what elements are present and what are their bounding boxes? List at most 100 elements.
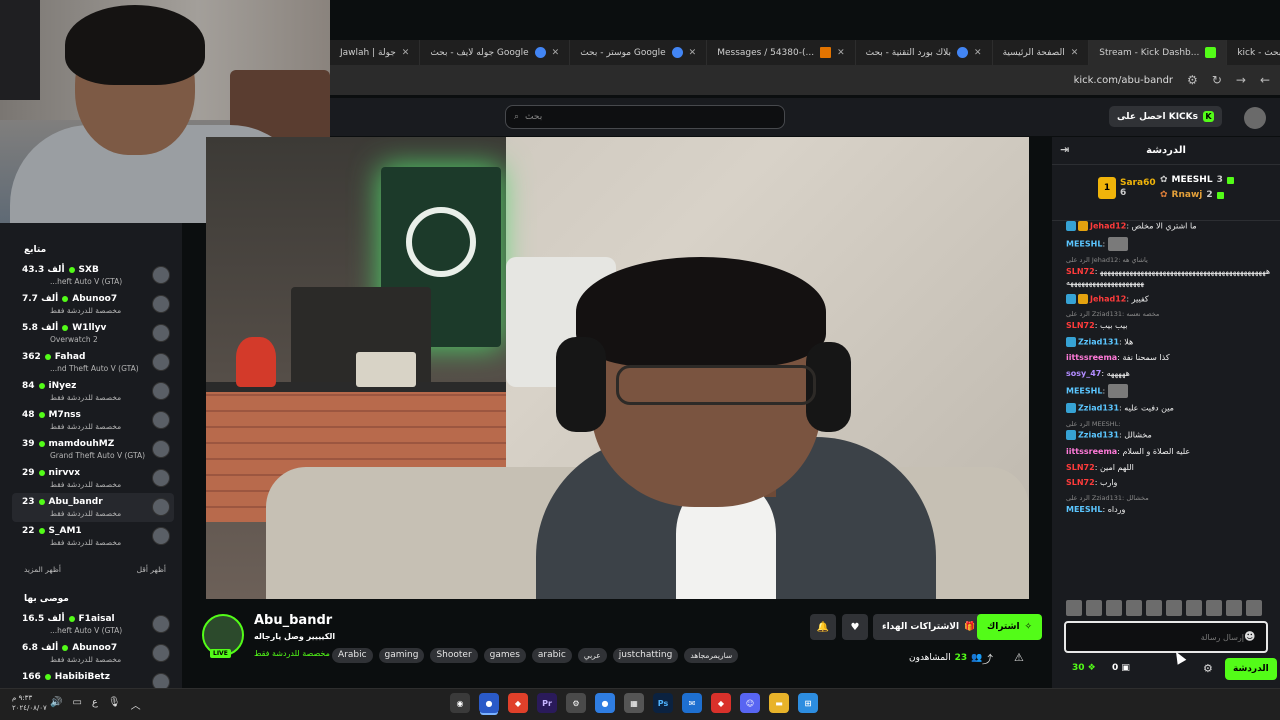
tag[interactable]: Arabic [332, 648, 373, 663]
channel-points[interactable]: 30 ❖ [1072, 663, 1096, 673]
emote-icon[interactable] [1066, 600, 1082, 616]
tag[interactable]: games [483, 648, 526, 663]
video-player[interactable] [206, 137, 1029, 599]
back-icon[interactable]: ← [1260, 73, 1270, 87]
close-icon[interactable]: ✕ [1071, 48, 1079, 58]
avatar [152, 324, 170, 342]
windows-icon[interactable]: ⊞ [798, 693, 818, 713]
show-more-link[interactable]: أظهر المزيد [24, 565, 61, 574]
send-chat-button[interactable]: الدردشة [1225, 658, 1277, 680]
site-settings-icon[interactable]: ⚙ [1187, 73, 1198, 87]
sidebar-channel[interactable]: 84 iNyez مخصصة للدردشة فقط [12, 377, 174, 406]
sidebar-channel-active[interactable]: 23 Abu_bandr مخصصة للدردشة فقط [12, 493, 174, 522]
sidebar-channel[interactable]: 7.7 ألف Abunoo7 مخصصة للدردشة فقط [12, 290, 174, 319]
browser-tab-active[interactable]: Stream - Kick Dashb... [1089, 40, 1228, 65]
sidebar-channel[interactable]: 43.3 ألف SXB ...heft Auto V (GTA) [12, 261, 174, 290]
recommended-channel[interactable]: 6.8 ألف Abunoo7 مخصصة للدردشة فقط [12, 639, 174, 668]
follow-heart-button[interactable]: ♥ [842, 614, 868, 640]
chat-message: Jehad12: ما اشتري الا مخلص [1066, 221, 1272, 232]
live-dot-icon [68, 267, 75, 273]
browser-tab[interactable]: بلاك بورد التقنية - بحث ✕ [856, 40, 993, 65]
tag[interactable]: gaming [378, 648, 425, 663]
browser-tab[interactable]: جوله لايف - بحث Google ✕ [420, 40, 571, 65]
forward-icon[interactable]: → [1236, 73, 1246, 87]
notification-bell-button[interactable]: 🔔 [810, 614, 836, 640]
emote-icon[interactable] [1126, 600, 1142, 616]
emote-icon[interactable] [1206, 600, 1222, 616]
obs-icon[interactable]: ◉ [450, 693, 470, 713]
browser-tab[interactable]: kick - بحث Google [1227, 40, 1280, 65]
tag[interactable]: Shooter [430, 648, 478, 663]
share-icon[interactable]: ⤴ [982, 651, 993, 667]
volume-icon[interactable]: 🔊 [50, 697, 62, 712]
chrome-icon[interactable]: ● [479, 693, 499, 713]
warning-icon[interactable]: ⚠ [1014, 651, 1024, 664]
sidebar-channel[interactable]: 29 nirvvx مخصصة للدردشة فقط [12, 464, 174, 493]
close-icon[interactable]: ✕ [837, 48, 845, 58]
network-icon[interactable]: ▭ [72, 697, 81, 712]
sidebar-channel[interactable]: 362 Fahad ...nd Theft Auto V (GTA) [12, 348, 174, 377]
emote-icon[interactable] [1186, 600, 1202, 616]
tag[interactable]: عربي [577, 648, 607, 663]
browser-tab[interactable]: موستر - بحث Google ✕ [570, 40, 708, 65]
close-icon[interactable]: ✕ [552, 48, 560, 58]
kicks-balance[interactable]: 0 ▣ [1112, 663, 1130, 673]
avatar[interactable] [1244, 107, 1266, 129]
subscribe-button[interactable]: اشتراك ✧ [977, 614, 1043, 640]
tag[interactable]: ساريمرمجاهد [684, 648, 739, 663]
sidebar-channel[interactable]: 39 mamdouhMZ Grand Theft Auto V (GTA) [12, 435, 174, 464]
chrome-icon[interactable]: ● [595, 693, 615, 713]
chat-message: الرد على Zziad131: مخشالل MEESHL: ورداه [1066, 494, 1149, 514]
browser-tab[interactable]: الصفحة الرئيسية ✕ [993, 40, 1090, 65]
tag[interactable]: arabic [531, 648, 572, 663]
folder-icon[interactable]: ▬ [769, 693, 789, 713]
premiere-icon[interactable]: Pr [537, 693, 557, 713]
stream-category[interactable]: مخصصة للدردشة فقط [254, 649, 330, 658]
close-icon[interactable]: ✕ [974, 48, 982, 58]
discord-icon[interactable]: ☺ [740, 693, 760, 713]
sidebar-channel[interactable]: 5.8 ألف W1llyv Overwatch 2 [12, 319, 174, 348]
show-less-link[interactable]: أظهر أقل [137, 565, 166, 574]
system-clock[interactable]: ٩:٣٣ م ٢٠٢٤/٠٨/٠٧ [12, 694, 47, 714]
chat-message-input[interactable]: إرسال رسالة ☻ [1064, 621, 1268, 653]
chevron-up-icon[interactable]: ︿ [131, 697, 141, 712]
get-kicks-button[interactable]: احصل على KICKs K [1109, 106, 1222, 127]
search-input[interactable]: ⌕ بحث [505, 105, 785, 129]
emote-icon[interactable] [1246, 600, 1262, 616]
gift-subs-button[interactable]: الاشتراكات الهداء 🎁 [873, 614, 985, 640]
live-dot-icon [38, 441, 45, 447]
gift-icon [1216, 191, 1224, 199]
reload-icon[interactable]: ↻ [1212, 73, 1222, 87]
emote-icon[interactable] [1106, 600, 1122, 616]
sidebar-channel[interactable]: 48 M7nss مخصصة للدردشة فقط [12, 406, 174, 435]
close-icon[interactable]: ✕ [689, 48, 697, 58]
language-indicator[interactable]: ع [92, 697, 98, 712]
brave-icon[interactable]: ◆ [508, 693, 528, 713]
emote-icon[interactable] [1086, 600, 1102, 616]
sidebar-channel[interactable]: 22 S_AM1 مخصصة للدردشة فقط [12, 522, 174, 551]
microphone-icon[interactable]: 🎙 [108, 697, 121, 712]
settings-icon[interactable]: ⚙ [566, 693, 586, 713]
chat-message: Jehad12: كفيير [1066, 293, 1272, 305]
browser-tab[interactable]: Messages / 54380-(... ✕ [707, 40, 856, 65]
tag[interactable]: justchatting [612, 648, 679, 663]
url-field[interactable]: kick.com/abu-bandr [1074, 75, 1173, 86]
browser-tab[interactable]: Jawlah | جولة ✕ [330, 40, 421, 65]
channel-name[interactable]: Abu_bandr [254, 613, 332, 628]
recommended-channel[interactable]: 16.5 ألف F1aisal ...heft Auto V (GTA) [12, 610, 174, 639]
leaderboard-entry[interactable]: ✿ Rnawj 2 [1160, 190, 1224, 200]
emote-icon[interactable] [1226, 600, 1242, 616]
leaderboard-top[interactable]: 1 Sara60 6 [1098, 177, 1156, 199]
outlook-icon[interactable]: ✉ [682, 693, 702, 713]
store-icon[interactable]: ▦ [624, 693, 644, 713]
sidebar-title: متابع [24, 245, 47, 255]
leaderboard-entry[interactable]: ✿ MEESHL 3 [1160, 175, 1234, 185]
close-icon[interactable]: ✕ [402, 48, 410, 58]
emote-icon[interactable] [1146, 600, 1162, 616]
gear-icon[interactable]: ⚙ [1203, 662, 1213, 675]
emoji-icon[interactable]: ☻ [1244, 630, 1255, 643]
emote-icon[interactable] [1166, 600, 1182, 616]
collapse-chat-icon[interactable]: ⇥ [1060, 143, 1069, 156]
capture-icon[interactable]: ◆ [711, 693, 731, 713]
photoshop-icon[interactable]: Ps [653, 693, 673, 713]
